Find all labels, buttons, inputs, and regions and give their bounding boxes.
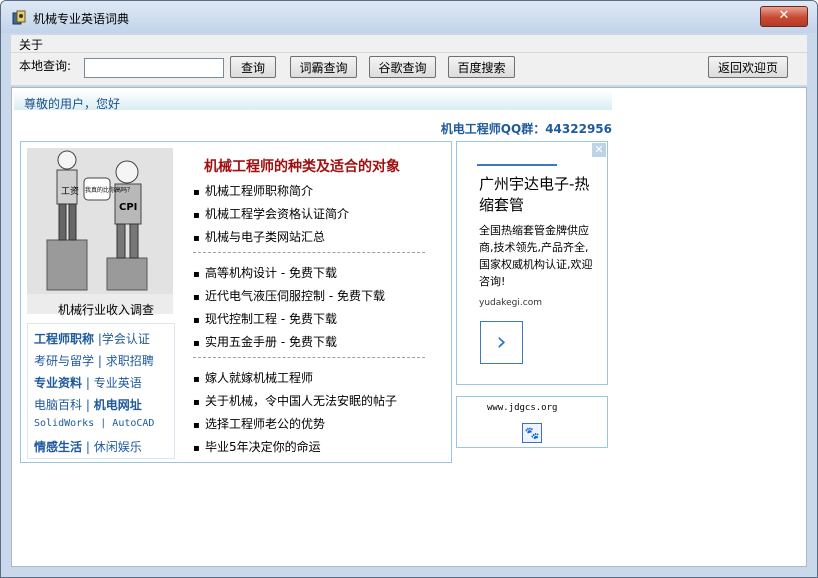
category-pro-english[interactable]: 专业英语 [94,376,142,390]
divider [193,252,425,253]
category-solidworks[interactable]: SolidWorks [34,418,94,429]
list-item[interactable]: ▪ 近代电气液压伺服控制 - 免费下载 [193,287,385,304]
category-postgrad-abroad[interactable]: 考研与留学 [34,354,94,368]
iciba-query-button[interactable]: 词霸查询 [290,56,357,78]
greeting-text: 尊敬的用户，您好 [24,97,121,111]
cartoon-right-label: CPI [119,202,137,213]
close-window-button[interactable]: ✕ [760,6,808,27]
baidu-paw-icon[interactable]: 🐾 [522,423,542,443]
cartoon-left-label: 工资 [61,186,79,197]
ad-title[interactable]: 广州宇达电子-热缩套管 [479,174,599,216]
category-jobs[interactable]: 求职招聘 [106,354,154,368]
list-item[interactable]: ▪ 关于机械，令中国人无法安眠的帖子 [193,392,397,409]
category-engineer-title[interactable]: 工程师职称 [34,332,94,346]
toolbar: 本地查询: 查询 词霸查询 谷歌查询 百度搜索 返回欢迎页 [11,53,807,85]
list-item[interactable]: ▪ 机械工程师职称简介 [193,182,313,199]
cartoon-speech: 我真的比你高吗？ [85,186,133,194]
category-institute-cert[interactable]: 学会认证 [102,332,150,346]
category-mech-sites[interactable]: 机电网址 [94,398,142,412]
ad-panel[interactable]: ✕ 广州宇达电子-热缩套管 全国热缩套管金牌供应商,技术领先,产品齐全,国家权威… [456,141,608,385]
main-panel: 工资 CPI 我真的比你高吗？ 机械行业收入调查 工程师职称 |学会认证 考研与… [20,141,452,463]
search-input[interactable] [84,58,224,78]
app-window: 机械专业英语词典 ✕ 关于 本地查询: 查询 词霸查询 谷歌查询 百度搜索 返回… [0,0,818,578]
divider [193,357,425,358]
ad-url[interactable]: yudakegi.com [479,298,542,308]
menu-about[interactable]: 关于 [19,36,43,53]
cartoon-caption: 机械行业收入调查 [57,303,154,317]
back-to-welcome-button[interactable]: 返回欢迎页 [708,56,788,78]
site-url[interactable]: www.jdgcs.org [487,403,557,413]
baidu-search-button[interactable]: 百度搜索 [448,56,515,78]
list-item[interactable]: ▪ 实用五金手册 - 免费下载 [193,333,337,350]
section-title[interactable]: 机械工程师的种类及适合的对象 [204,156,400,176]
cartoon-illustration: 工资 CPI 我真的比你高吗？ [27,148,173,294]
category-autocad[interactable]: AutoCAD [112,418,154,429]
dictionary-app-icon [11,10,27,26]
ad-body: 全国热缩套管金牌供应商,技术领先,产品齐全,国家权威机构认证,欢迎咨询! [479,224,593,288]
qq-group-text: 机电工程师QQ群：44322956 [440,122,612,136]
list-item[interactable]: ▪ 机械与电子类网站汇总 [193,228,325,245]
title-bar: 机械专业英语词典 ✕ [1,1,817,33]
category-pro-materials[interactable]: 专业资料 [34,376,82,390]
list-item[interactable]: ▪ 现代控制工程 - 免费下载 [193,310,337,327]
google-query-button[interactable]: 谷歌查询 [369,56,436,78]
welcome-page: 尊敬的用户，您好 机电工程师QQ群：44322956 工资 CPI 我真的比你高… [11,87,807,567]
list-item[interactable]: ▪ 高等机构设计 - 免费下载 [193,264,337,281]
query-button[interactable]: 查询 [230,56,276,78]
income-survey-cartoon[interactable]: 工资 CPI 我真的比你高吗？ 机械行业收入调查 [27,148,173,317]
category-links: 工程师职称 |学会认证 考研与留学 | 求职招聘 专业资料 | 专业英语 电脑百… [27,323,175,459]
list-item[interactable]: ▪ 机械工程学会资格认证简介 [193,205,349,222]
list-item[interactable]: ▪ 选择工程师老公的优势 [193,415,325,432]
greeting-bar: 尊敬的用户，您好 [14,90,612,111]
site-badge: www.jdgcs.org 🐾 [456,396,608,448]
list-item[interactable]: ▪ 嫁人就嫁机械工程师 [193,369,313,386]
menu-bar: 关于 [11,35,807,53]
list-item[interactable]: ▪ 毕业5年决定你的命运 [193,438,321,455]
category-computer-wiki[interactable]: 电脑百科 [34,398,82,412]
chevron-right-icon[interactable]: › [480,321,523,364]
local-query-label: 本地查询: [19,59,72,73]
window-title: 机械专业英语词典 [33,12,130,26]
category-emotional-life[interactable]: 情感生活 [34,440,82,454]
category-leisure[interactable]: 休闲娱乐 [94,440,142,454]
ad-close-icon[interactable]: ✕ [592,143,606,157]
ad-accent-rule [477,164,557,166]
